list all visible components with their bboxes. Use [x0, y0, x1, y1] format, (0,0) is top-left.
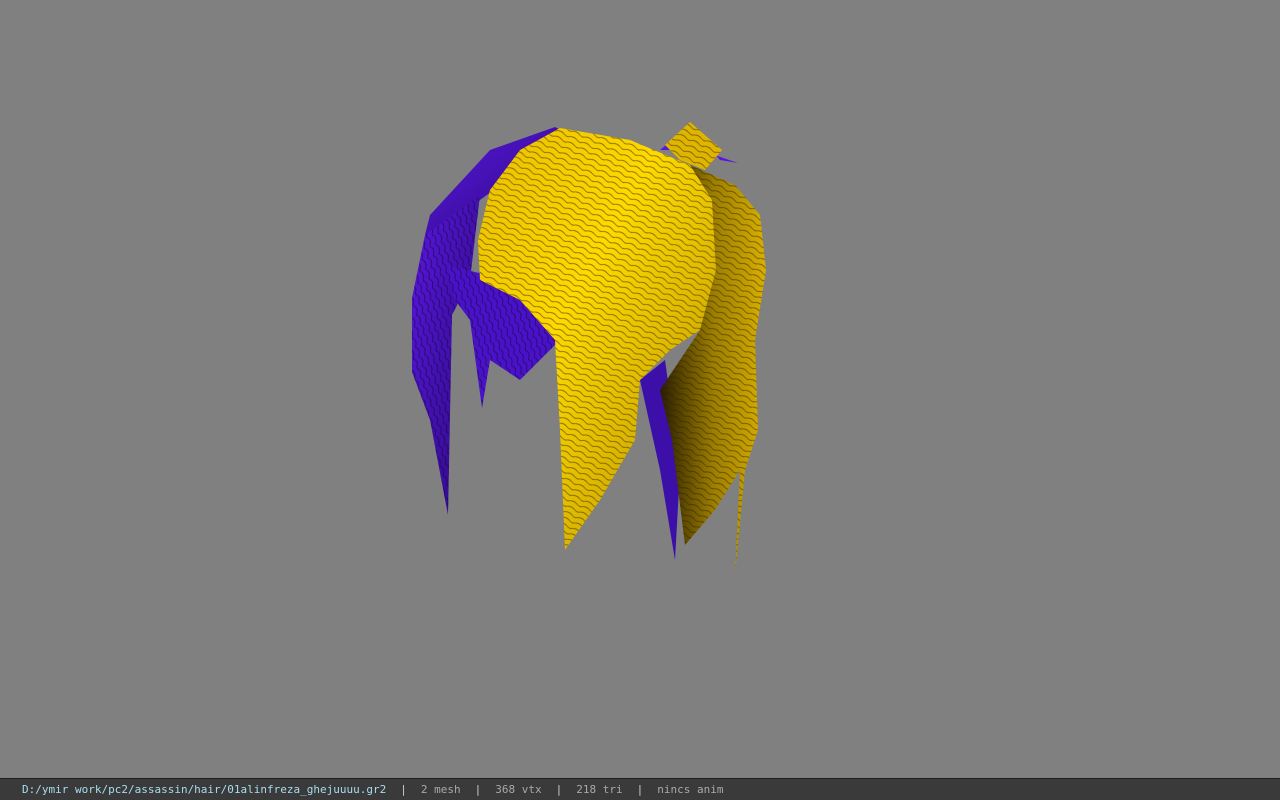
3d-viewport[interactable]: [0, 0, 1280, 778]
status-bar: D:/ymir work/pc2/assassin/hair/01alinfre…: [0, 778, 1280, 800]
status-separator: |: [474, 783, 482, 796]
animation-status: nincs anim: [657, 783, 724, 796]
file-path: D:/ymir work/pc2/assassin/hair/01alinfre…: [22, 783, 387, 796]
vertex-count: 368 vtx: [495, 783, 542, 796]
hair-model: [412, 122, 766, 575]
status-separator: |: [400, 783, 407, 796]
status-separator: |: [636, 783, 644, 796]
mesh-count: 2 mesh: [420, 783, 461, 796]
triangle-count: 218 tri: [576, 783, 623, 796]
status-separator: |: [555, 783, 563, 796]
